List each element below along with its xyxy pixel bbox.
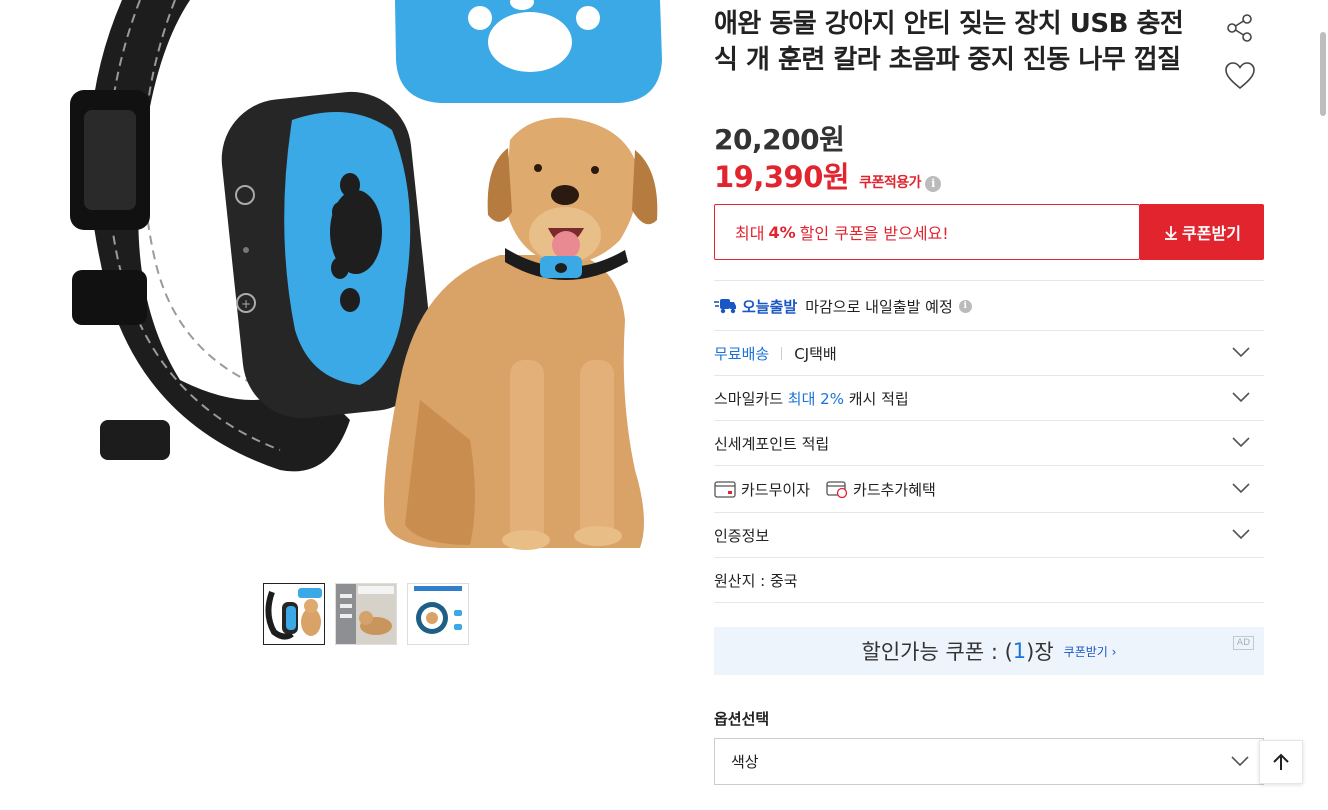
paw-tag-illustration (395, 0, 662, 103)
delivery-truck-icon (714, 299, 736, 314)
thumbnail-1[interactable] (263, 583, 325, 645)
coupon-applied-label: 쿠폰적용가 (859, 175, 922, 191)
shinsegae-point-label: 신세계포인트 적립 (714, 434, 830, 453)
smilecard-suffix: 캐시 적립 (848, 389, 909, 408)
page-scrollbar[interactable] (1318, 0, 1328, 810)
separator (781, 346, 783, 360)
thumbnail-strip (263, 583, 469, 645)
scroll-top-button[interactable] (1259, 740, 1303, 784)
card-extra-benefit-label: 카드추가혜택 (853, 480, 936, 499)
sale-price-value: 19,390 (714, 160, 823, 194)
carrier-label: CJ택배 (794, 344, 837, 363)
coupon-banner: 최대 4% 할인 쿠폰을 받으세요! (714, 204, 1140, 260)
dog-illustration (384, 117, 658, 550)
ad-coupon-link[interactable]: 쿠폰받기 › (1064, 643, 1117, 660)
today-dispatch-label: 오늘출발 (742, 297, 798, 316)
info-icon[interactable]: i (925, 176, 942, 192)
free-shipping-label: 무료배송 (714, 344, 770, 363)
arrow-up-icon (1273, 753, 1289, 770)
chevron-down-icon (1231, 756, 1249, 767)
option-select-label: 옵션선택 (714, 710, 770, 728)
ad-coupon-suffix: )장 (1026, 640, 1054, 664)
color-option-select[interactable]: 색상 (714, 738, 1264, 785)
coupon-banner-prefix: 최대 (735, 224, 765, 243)
original-price-value: 20,200 (714, 123, 820, 156)
color-option-value: 색상 (731, 753, 759, 771)
ad-coupon-prefix: 할인가능 쿠폰 : ( (861, 640, 1013, 664)
product-title: 애완 동물 강아지 안티 짖는 장치 USB 충전식 개 훈련 칼라 초음파 중… (714, 9, 1184, 75)
ad-coupon-banner[interactable]: 할인가능 쿠폰 : (1)장 쿠폰받기 › AD (714, 627, 1264, 675)
smilecard-highlight: 최대 2% (787, 389, 844, 408)
share-button[interactable] (1220, 8, 1260, 48)
original-price: 20,200원 (714, 118, 845, 158)
currency-unit: 원 (822, 160, 850, 194)
today-dispatch-text: 마감으로 내일출발 예정 (805, 297, 953, 316)
coupon-banner-percent: 4% (768, 222, 796, 242)
certification-label: 인증정보 (714, 526, 770, 545)
info-icon[interactable]: i (958, 299, 972, 313)
ad-coupon-count: 1 (1012, 639, 1027, 663)
sale-price: 19,390 원 쿠폰적용가 i (714, 154, 942, 196)
chevron-down-icon (1232, 437, 1250, 448)
product-main-image: + (60, 0, 670, 560)
shipping-row[interactable]: 무료배송 CJ택배 (714, 331, 1264, 375)
divider (714, 602, 1264, 603)
share-icon (1227, 14, 1252, 42)
scrollbar-thumb[interactable] (1320, 32, 1326, 116)
thumbnail-3[interactable] (407, 583, 469, 645)
coupon-banner-suffix: 할인 쿠폰을 받으세요! (799, 224, 949, 243)
heart-icon (1225, 62, 1255, 90)
shinsegae-point-row[interactable]: 신세계포인트 적립 (714, 421, 1264, 465)
smilecard-row[interactable]: 스마일카드 최대 2% 캐시 적립 (714, 376, 1264, 420)
certification-row[interactable]: 인증정보 (714, 513, 1264, 557)
card-interest-free-label: 카드무이자 (741, 480, 811, 499)
smilecard-prefix: 스마일카드 (714, 389, 784, 408)
chevron-down-icon (1232, 347, 1250, 358)
ad-badge: AD (1232, 636, 1254, 650)
chevron-down-icon (1232, 529, 1250, 540)
svg-text:+: + (241, 297, 251, 311)
download-arrow-icon (1165, 226, 1178, 240)
currency-unit: 원 (819, 123, 845, 156)
card-gift-icon (826, 480, 848, 498)
card-benefit-row[interactable]: 카드무이자 카드추가혜택 (714, 466, 1264, 512)
wishlist-button[interactable] (1220, 56, 1260, 96)
thumbnail-2[interactable] (335, 583, 397, 645)
chevron-down-icon (1232, 483, 1250, 494)
credit-card-icon (714, 480, 736, 498)
divider (714, 280, 1264, 281)
get-coupon-label: 쿠폰받기 (1182, 224, 1241, 243)
origin-label: 원산지 : 중국 (714, 571, 798, 590)
get-coupon-button[interactable]: 쿠폰받기 (1140, 204, 1264, 260)
today-dispatch-row: 오늘출발 마감으로 내일출발 예정 i (714, 282, 1264, 330)
chevron-down-icon (1232, 392, 1250, 403)
origin-row: 원산지 : 중국 (714, 558, 1264, 602)
